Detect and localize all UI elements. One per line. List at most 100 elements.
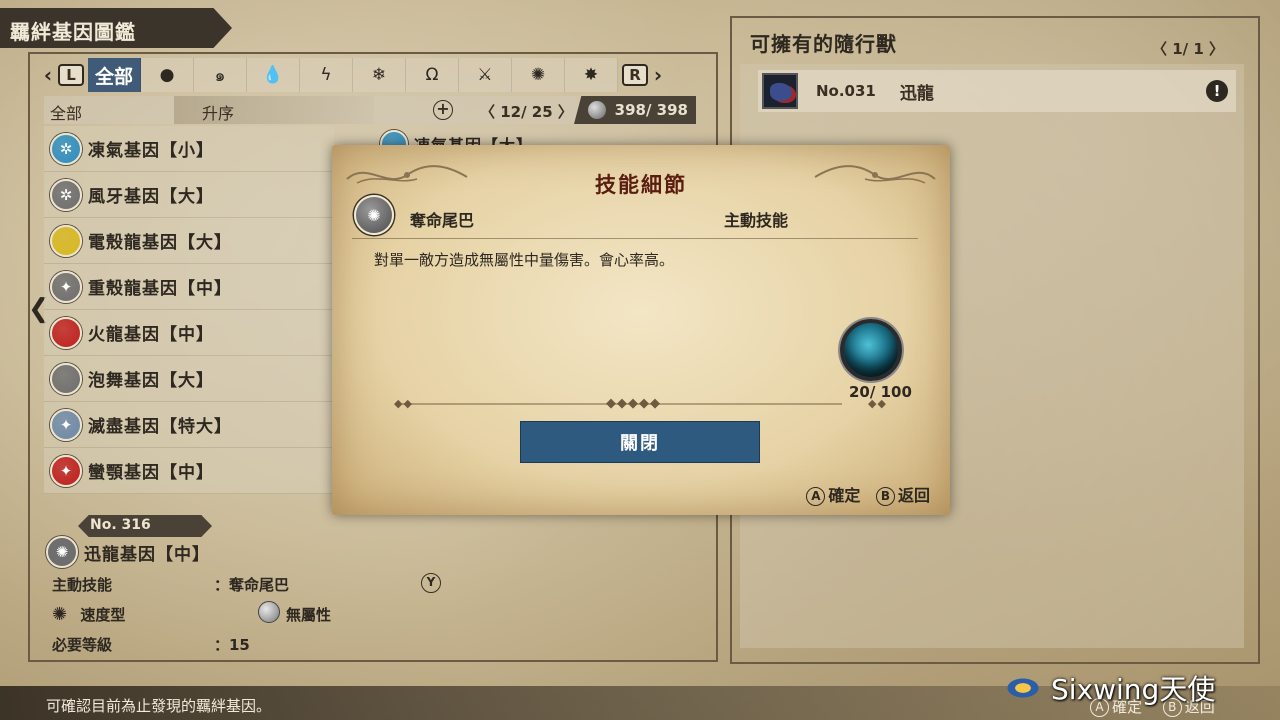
companion-row[interactable]: No.031 迅龍 ! [758, 70, 1236, 112]
close-button[interactable]: 關閉 [520, 421, 760, 463]
gene-icon [50, 362, 82, 395]
companion-page-indicator: 〈 1/ 1 〉 [1152, 40, 1225, 58]
alert-icon: ! [1206, 80, 1228, 102]
list-item[interactable]: ✦ 蠻顎基因【中】 [44, 448, 334, 494]
watermark: Sixwing天使 [1005, 668, 1215, 708]
detail-gene-name: 迅龍基因【中】 [84, 544, 210, 565]
gene-icon [50, 224, 82, 257]
gene-icon: ✺ [46, 536, 78, 568]
tab-power[interactable]: ⚔ [459, 58, 512, 92]
tab-fire[interactable]: ๑ [194, 58, 247, 92]
speed-type-icon: ✺ [354, 195, 394, 235]
list-item[interactable]: 泡舞基因【大】 [44, 356, 334, 402]
tab-technique[interactable]: ✸ [565, 58, 618, 92]
tab-ice[interactable]: ❄ [353, 58, 406, 92]
filter-category[interactable]: 全部 [50, 100, 82, 124]
list-item[interactable]: 電殼龍基因【大】 [44, 218, 334, 264]
skill-value: ：奪命尾巴 [214, 576, 290, 594]
companion-name: 迅龍 [899, 83, 934, 104]
diamond-ornament-icon: ◆◆ [868, 397, 887, 410]
gene-number-badge: No. 316 [78, 515, 212, 537]
level-value: ：15 [214, 636, 250, 654]
tab-no-element[interactable]: ● [141, 58, 194, 92]
tab-all[interactable]: 全部 [88, 58, 141, 92]
no-element-icon [258, 601, 280, 623]
confirm-label: 確定 [828, 486, 861, 505]
element-value: 無屬性 [286, 606, 332, 624]
watermark-text: Sixwing天使 [1051, 673, 1216, 706]
r-shoulder-button[interactable]: R [622, 64, 648, 86]
list-item[interactable]: 火龍基因【中】 [44, 310, 334, 356]
monster-thumbnail [762, 73, 798, 109]
gene-icon: ✲ [50, 178, 82, 211]
list-item[interactable]: ✦ 滅盡基因【特大】 [44, 402, 334, 448]
gene-count: 398/ 398 [574, 96, 696, 124]
ice-icon: ❄ [371, 65, 387, 85]
gene-name: 風牙基因【大】 [88, 187, 214, 207]
skill-label: 主動技能 [52, 576, 113, 594]
help-text: 可確認目前為止發現的羈絆基因。 [46, 697, 272, 715]
gene-name: 電殼龍基因【大】 [88, 233, 232, 253]
tab-water[interactable]: 💧 [247, 58, 300, 92]
gene-list: ✲ 凍氣基因【小】 ✲ 風牙基因【大】 電殼龍基因【大】 ✦ 重殼龍基因【中】 … [44, 126, 334, 494]
speed-type-icon: ✺ [52, 604, 68, 625]
gene-icon: ✦ [50, 454, 82, 487]
gene-icon: ✲ [50, 132, 82, 165]
detail-gene-title: ✺ 迅龍基因【中】 [44, 536, 210, 568]
sort-order[interactable]: 升序 + [174, 96, 453, 124]
tab-next-arrow-icon[interactable]: › [652, 63, 664, 87]
tab-prev-arrow-icon[interactable]: ‹ [42, 63, 54, 87]
list-item[interactable]: ✲ 凍氣基因【小】 [44, 126, 334, 172]
kinship-orb-icon [840, 319, 902, 381]
tab-dragon[interactable]: Ω [406, 58, 459, 92]
page-title: 羈絆基因圖鑑 [0, 8, 232, 48]
page-indicator: 〈 12/ 25 〉 [480, 103, 573, 121]
gene-name: 泡舞基因【大】 [88, 371, 214, 391]
back-label: 返回 [897, 486, 930, 505]
companion-title: 可擁有的隨行獸 [750, 32, 897, 56]
skill-name: 奪命尾巴 [410, 211, 475, 230]
gene-name: 蠻顎基因【中】 [88, 463, 214, 483]
y-button[interactable]: Y [421, 573, 441, 593]
b-button-icon[interactable]: B [875, 487, 895, 506]
plus-icon[interactable]: + [433, 100, 453, 120]
gene-orb-icon [588, 101, 606, 119]
level-row: 必要等級 ：15 [52, 634, 442, 655]
skill-type: 主動技能 [724, 211, 789, 230]
thunder-icon: ϟ [320, 65, 332, 85]
water-drop-icon: 💧 [262, 65, 284, 85]
diamond-ornament-icon: ◆◆◆◆◆ [606, 396, 661, 411]
fire-swirl-icon: ๑ [214, 65, 226, 86]
skill-detail-dialog: 技能細節 ✺ 奪命尾巴 主動技能 對單一敵方造成無屬性中量傷害。會心率高。 20… [332, 145, 950, 515]
gene-count-value: 398/ 398 [614, 101, 688, 119]
tab-speed[interactable]: ✺ [512, 58, 565, 92]
gene-name: 滅盡基因【特大】 [88, 417, 232, 437]
gene-icon: ✦ [50, 408, 82, 441]
type-row: ✺ 速度型 無屬性 [52, 601, 442, 625]
power-type-icon: ⚔ [477, 65, 493, 85]
gene-name: 重殼龍基因【中】 [88, 279, 232, 299]
skill-description: 對單一敵方造成無屬性中量傷害。會心率高。 [374, 251, 675, 269]
list-item[interactable]: ✲ 風牙基因【大】 [44, 172, 334, 218]
skill-header: ✺ 奪命尾巴 主動技能 [352, 193, 918, 239]
gene-name: 火龍基因【中】 [88, 325, 214, 345]
gene-icon [50, 316, 82, 349]
companion-number: No.031 [816, 82, 876, 100]
skill-row: 主動技能 ：奪命尾巴 Y [52, 573, 442, 595]
gene-icon: ✦ [50, 270, 82, 303]
dragon-icon: Ω [425, 65, 439, 85]
technique-type-icon: ✸ [583, 65, 599, 85]
list-item[interactable]: ✦ 重殼龍基因【中】 [44, 264, 334, 310]
a-button-icon[interactable]: A [806, 487, 826, 506]
no-element-icon: ● [159, 65, 175, 85]
tab-thunder[interactable]: ϟ [300, 58, 353, 92]
gene-name: 凍氣基因【小】 [88, 141, 214, 161]
speed-type-icon: ✺ [530, 65, 546, 85]
dialog-button-hints: A 確定 B 返回 [806, 482, 930, 506]
watermark-logo-icon [1005, 677, 1041, 699]
type-value: 速度型 [80, 606, 126, 624]
tab-row: ‹ L 全部 ● ๑ 💧 ϟ ❄ Ω ⚔ ✺ ✸ R › [42, 58, 702, 92]
l-shoulder-button[interactable]: L [58, 64, 84, 86]
filter-bar: 全部 升序 + 〈 12/ 25 〉 398/ 398 [44, 96, 696, 124]
sort-label: 升序 [202, 104, 235, 123]
